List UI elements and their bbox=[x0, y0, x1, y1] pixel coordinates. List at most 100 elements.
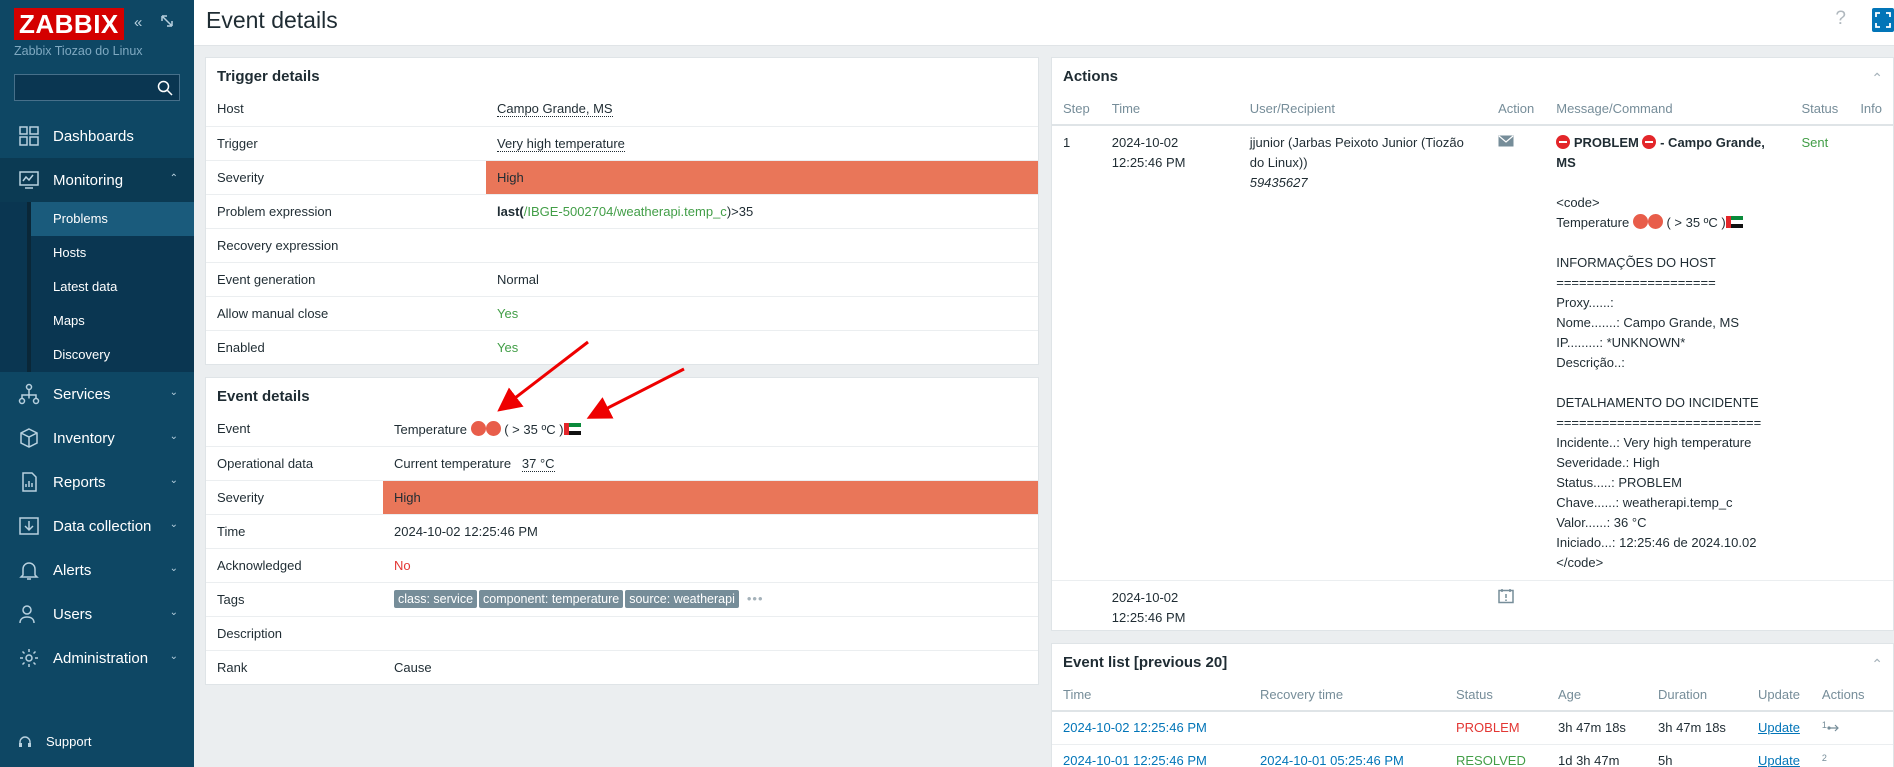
enabled-label: Enabled bbox=[217, 339, 265, 355]
chevron-down-icon: ⌄ bbox=[169, 387, 178, 398]
acknowledged-value[interactable]: No bbox=[383, 548, 1038, 583]
action-info bbox=[1849, 125, 1893, 581]
collapse-icon[interactable]: ⌃ bbox=[1871, 70, 1883, 87]
event-text: Temperature bbox=[394, 421, 467, 437]
col-status: Status bbox=[1790, 92, 1850, 126]
search-icon[interactable] bbox=[157, 80, 173, 96]
kiosk-mode-icon[interactable] bbox=[160, 14, 174, 32]
rank-value: Cause bbox=[394, 659, 432, 675]
message-code-open: <code> bbox=[1556, 195, 1600, 210]
hot-face-emoji-icon bbox=[485, 420, 501, 436]
flag-icon bbox=[563, 422, 581, 435]
event-severity-label: Severity bbox=[206, 480, 383, 515]
acknowledged-label: Acknowledged bbox=[206, 548, 383, 583]
tag: component: temperature bbox=[479, 590, 624, 608]
search-input[interactable] bbox=[15, 75, 179, 100]
update-link[interactable]: Update bbox=[1747, 711, 1811, 745]
actions-panel: Actions ⌃ Step Time User/Recipient Actio… bbox=[1051, 57, 1894, 631]
menu-dashboards[interactable]: Dashboards bbox=[0, 114, 194, 158]
collapse-icon[interactable]: ⌃ bbox=[1871, 656, 1883, 673]
page-title: Event details bbox=[206, 7, 338, 33]
chevron-down-icon: ⌄ bbox=[169, 519, 178, 530]
host-link[interactable]: Campo Grande, MS bbox=[497, 101, 613, 118]
action-type bbox=[1487, 125, 1546, 581]
submenu-maps[interactable]: Maps bbox=[27, 304, 194, 338]
tags-label: Tags bbox=[206, 582, 383, 617]
trigger-link[interactable]: Very high temperature bbox=[497, 135, 625, 152]
event-duration: 3h 47m 18s bbox=[1647, 711, 1747, 745]
no-entry-icon bbox=[1556, 135, 1571, 149]
event-time-link[interactable]: 2024-10-02 12:25:46 PM bbox=[1052, 711, 1249, 745]
more-tags-icon[interactable]: ••• bbox=[747, 591, 764, 606]
action-row: 2024-10-02 12:25:46 PM bbox=[1052, 581, 1893, 636]
chevron-up-icon: ⌃ bbox=[169, 173, 178, 184]
recovery-expression bbox=[486, 228, 1038, 263]
hot-face-emoji-icon bbox=[470, 420, 486, 436]
submenu-latest-data[interactable]: Latest data bbox=[27, 270, 194, 304]
rank-label: Rank bbox=[217, 659, 248, 675]
event-list-title: Event list [previous 20] bbox=[1063, 654, 1228, 671]
collapse-sidebar-icon[interactable]: « bbox=[134, 14, 142, 31]
event-time-link[interactable]: 2024-10-01 12:25:46 PM bbox=[1052, 744, 1249, 767]
menu-inventory[interactable]: Inventory ⌄ bbox=[0, 416, 194, 460]
menu-alerts[interactable]: Alerts ⌄ bbox=[0, 548, 194, 592]
menu-monitoring[interactable]: Monitoring ⌃ bbox=[0, 158, 194, 202]
action-status: Sent bbox=[1790, 125, 1850, 581]
col-status: Status bbox=[1445, 678, 1547, 712]
message-temp-text: Temperature bbox=[1556, 215, 1630, 230]
monitoring-icon bbox=[18, 169, 40, 191]
recovery-time-link[interactable]: 2024-10-01 05:25:46 PM bbox=[1249, 744, 1445, 767]
support-link[interactable]: Support bbox=[18, 734, 92, 749]
event-details-panel: Event details Event Temperature ( > 35 º… bbox=[205, 377, 1039, 685]
event-actions[interactable]: 2 bbox=[1810, 744, 1893, 767]
menu-label: Dashboards bbox=[53, 127, 134, 145]
col-age: Age bbox=[1547, 678, 1647, 712]
menu-label: Data collection bbox=[53, 517, 152, 535]
table-row: 2024-10-02 12:25:46 PM PROBLEM 3h 47m 18… bbox=[1052, 711, 1893, 745]
fullscreen-icon bbox=[1875, 12, 1891, 28]
expr-tail: )>35 bbox=[726, 203, 754, 219]
zabbix-logo[interactable]: ZABBIX bbox=[14, 8, 124, 40]
help-icon[interactable]: ? bbox=[1835, 8, 1846, 30]
actions-count: 2 bbox=[1821, 753, 1827, 763]
no-entry-icon bbox=[1642, 135, 1657, 149]
menu-label: Users bbox=[53, 605, 93, 623]
chevron-down-icon: ⌄ bbox=[169, 431, 178, 442]
opdata-link[interactable]: 37 °C bbox=[521, 455, 555, 472]
event-label: Event bbox=[206, 412, 383, 447]
menu-users[interactable]: Users ⌄ bbox=[0, 592, 194, 636]
update-link[interactable]: Update bbox=[1747, 744, 1811, 767]
fullscreen-button[interactable] bbox=[1872, 8, 1894, 32]
menu-reports[interactable]: Reports ⌄ bbox=[0, 460, 194, 504]
menu-services[interactable]: Services ⌄ bbox=[0, 372, 194, 416]
recovery-time-link[interactable] bbox=[1249, 711, 1445, 745]
action-time: 2024-10-02 12:25:46 PM bbox=[1111, 590, 1186, 625]
event-actions[interactable]: 1 bbox=[1810, 711, 1893, 745]
event-status: PROBLEM bbox=[1445, 711, 1547, 745]
col-actions: Actions bbox=[1810, 678, 1893, 712]
description-value bbox=[383, 616, 1038, 651]
severity-value: High bbox=[486, 160, 1038, 195]
actions-icon bbox=[1827, 724, 1839, 732]
enabled-value: Yes bbox=[497, 339, 519, 355]
submenu-problems[interactable]: Problems bbox=[27, 202, 194, 236]
recipient-name: jjunior (Jarbas Peixoto Junior (Tiozão d… bbox=[1249, 135, 1464, 170]
trigger-details-panel: Trigger details Host Campo Grande, MS Tr… bbox=[205, 57, 1039, 365]
menu-administration[interactable]: Administration ⌄ bbox=[0, 636, 194, 680]
users-icon bbox=[18, 603, 40, 625]
message-threshold: ( > 35 ºC ) bbox=[1666, 215, 1726, 230]
envelope-icon bbox=[1498, 135, 1514, 147]
sidebar-search[interactable] bbox=[14, 74, 180, 101]
expr-item-link[interactable]: /IBGE-5002704/weatherapi.temp_c bbox=[524, 204, 727, 219]
action-user bbox=[1239, 581, 1487, 636]
submenu-hosts[interactable]: Hosts bbox=[27, 236, 194, 270]
reports-icon bbox=[18, 471, 40, 493]
action-message bbox=[1545, 581, 1790, 636]
time-label: Time bbox=[206, 514, 383, 549]
actions-title: Actions bbox=[1063, 68, 1119, 85]
services-icon bbox=[18, 383, 40, 405]
main-menu: Dashboards Monitoring ⌃ Problems Hosts L… bbox=[0, 114, 194, 680]
submenu-discovery[interactable]: Discovery bbox=[27, 338, 194, 372]
event-list-panel: Event list [previous 20] ⌃ Time Recovery… bbox=[1051, 643, 1894, 767]
menu-data-collection[interactable]: Data collection ⌄ bbox=[0, 504, 194, 548]
